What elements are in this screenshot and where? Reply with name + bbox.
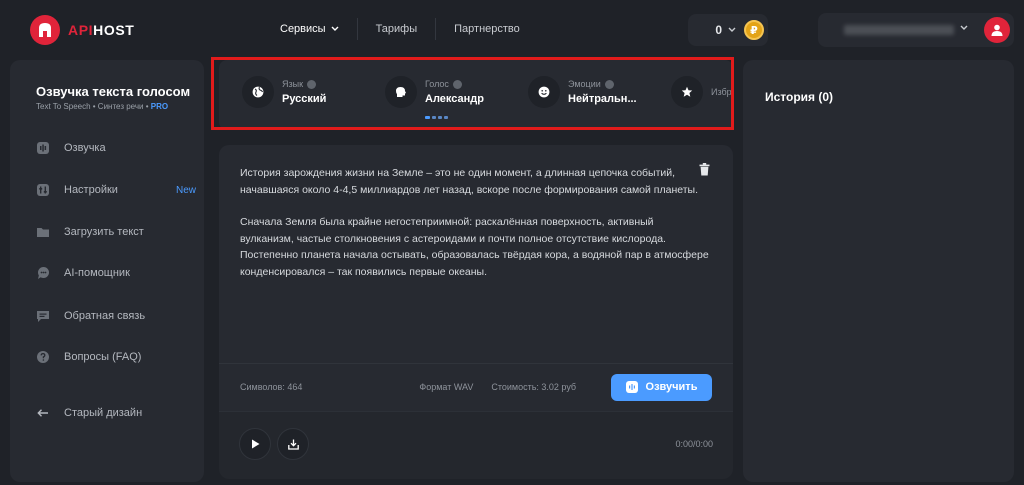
logo[interactable]: APIHOST xyxy=(30,15,134,45)
voice-label-text: Голос xyxy=(425,79,449,89)
voice-value: Александр xyxy=(425,93,484,105)
audio-player: 0:00/0:00 xyxy=(219,411,733,479)
nav-services[interactable]: Сервисы xyxy=(280,19,339,39)
account-dropdown[interactable] xyxy=(818,13,1014,47)
carousel-dot[interactable] xyxy=(425,116,430,119)
folder-icon xyxy=(36,225,50,239)
trash-icon[interactable] xyxy=(699,163,711,177)
waveform-icon xyxy=(625,381,638,393)
logo-text: APIHOST xyxy=(68,22,134,38)
editor-divider xyxy=(219,363,733,364)
text-input-area[interactable]: История зарождения жизни на Земле – это … xyxy=(240,165,710,280)
sidebar-item-voiceover[interactable]: Озвучка xyxy=(36,141,196,155)
sidebar-item-feedback[interactable]: Обратная связь xyxy=(36,309,196,323)
arrow-left-icon xyxy=(36,406,50,420)
sidebar-item-label: Настройки xyxy=(64,184,118,196)
carousel-dot[interactable] xyxy=(444,116,448,119)
favorites-label: Избр xyxy=(711,87,732,97)
carousel-dot[interactable] xyxy=(432,116,436,119)
history-panel: История (0) xyxy=(743,60,1014,482)
question-icon xyxy=(36,350,50,364)
message-icon xyxy=(36,309,50,323)
chevron-down-icon xyxy=(728,25,736,35)
waveform-icon xyxy=(36,141,50,155)
voice-selector[interactable]: Голос Александр xyxy=(385,76,484,108)
favorites-selector[interactable]: Избр xyxy=(671,76,732,108)
language-label-text: Язык xyxy=(282,79,304,89)
star-icon xyxy=(671,76,703,108)
account-name-redacted xyxy=(844,25,954,35)
new-badge: New xyxy=(175,184,196,196)
text-paragraph: Сначала Земля была крайне негостеприимно… xyxy=(240,216,709,278)
nav-divider xyxy=(435,18,437,40)
language-selector[interactable]: Язык Русский xyxy=(242,76,326,108)
play-icon xyxy=(251,439,259,449)
logo-text-host: HOST xyxy=(93,22,135,38)
sidebar-subtitle: Text To Speech • Синтез речи • PRO xyxy=(36,102,168,111)
voice-settings-bar: Язык Русский Голос Александр Эмоции Нейт… xyxy=(219,60,733,130)
char-count: Символов: 464 xyxy=(240,382,303,392)
balance-dropdown[interactable]: 0 ₽ xyxy=(688,14,768,46)
sidebar-item-old-design[interactable]: Старый дизайн xyxy=(36,406,196,420)
sliders-icon xyxy=(36,183,50,197)
globe-icon xyxy=(242,76,274,108)
cost-value: Стоимость: 3.02 руб xyxy=(491,382,577,392)
nav-services-label: Сервисы xyxy=(280,23,326,35)
download-icon xyxy=(287,439,299,450)
avatar[interactable] xyxy=(984,17,1010,43)
emotion-selector[interactable]: Эмоции Нейтральн... xyxy=(528,76,637,108)
sidebar-item-settings[interactable]: Настройки New xyxy=(36,183,196,197)
nav-divider xyxy=(356,18,358,40)
download-button[interactable] xyxy=(277,428,309,460)
text-paragraph: История зарождения жизни на Земле – это … xyxy=(240,167,699,196)
speak-button-label: Озвучить xyxy=(645,381,698,393)
speaking-head-icon xyxy=(385,76,417,108)
top-bar: APIHOST Сервисы Тарифы Партнерство 0 ₽ xyxy=(0,0,1024,60)
logo-text-api: API xyxy=(68,22,94,38)
sidebar-item-faq[interactable]: Вопросы (FAQ) xyxy=(36,350,196,364)
carousel-dot[interactable] xyxy=(438,116,442,119)
history-title: История (0) xyxy=(765,90,834,104)
sidebar-subtitle-text: Text To Speech • Синтез речи • xyxy=(36,102,149,111)
help-icon[interactable] xyxy=(307,79,317,89)
balance-value: 0 xyxy=(715,23,722,37)
emotion-label: Эмоции xyxy=(568,79,637,89)
help-icon[interactable] xyxy=(452,79,462,89)
sidebar-item-label: Загрузить текст xyxy=(64,226,144,238)
audio-format: Формат WAV xyxy=(419,382,474,392)
voice-carousel-dots xyxy=(425,116,448,119)
sidebar-item-upload-text[interactable]: Загрузить текст xyxy=(36,225,196,239)
sidebar-item-label: Старый дизайн xyxy=(64,407,143,419)
chat-bubble-icon xyxy=(36,266,50,280)
language-label: Язык xyxy=(282,79,326,89)
nav-pricing[interactable]: Тарифы xyxy=(376,19,418,39)
sidebar-title: Озвучка текста голосом xyxy=(36,84,191,99)
sidebar-item-label: Озвучка xyxy=(64,142,106,154)
pro-badge: PRO xyxy=(150,102,169,111)
sidebar-item-ai-assistant[interactable]: AI-помощник xyxy=(36,266,196,280)
sidebar-item-label: Вопросы (FAQ) xyxy=(64,351,142,363)
voice-label: Голос xyxy=(425,79,484,89)
sidebar-item-label: AI-помощник xyxy=(64,267,130,279)
logo-mark-icon xyxy=(30,15,60,45)
smiley-icon xyxy=(528,76,560,108)
nav-partnership[interactable]: Партнерство xyxy=(454,19,520,39)
emotion-value: Нейтральн... xyxy=(568,93,637,105)
chevron-down-icon xyxy=(331,24,339,34)
playback-time: 0:00/0:00 xyxy=(675,439,713,449)
play-button[interactable] xyxy=(239,428,271,460)
sidebar-item-label: Обратная связь xyxy=(64,310,146,322)
emotion-label-text: Эмоции xyxy=(568,79,601,89)
main-nav: Сервисы Тарифы Партнерство xyxy=(280,18,520,40)
chevron-down-icon xyxy=(960,23,968,33)
coin-icon: ₽ xyxy=(744,20,764,40)
language-value: Русский xyxy=(282,93,327,105)
user-icon xyxy=(991,24,1003,36)
text-editor: История зарождения жизни на Земле – это … xyxy=(219,145,733,411)
editor-footer: Символов: 464 Формат WAV Стоимость: 3.02… xyxy=(240,372,712,402)
speak-button[interactable]: Озвучить xyxy=(611,373,712,401)
help-icon[interactable] xyxy=(604,79,614,89)
sidebar: Озвучка текста голосом Text To Speech • … xyxy=(10,60,204,482)
